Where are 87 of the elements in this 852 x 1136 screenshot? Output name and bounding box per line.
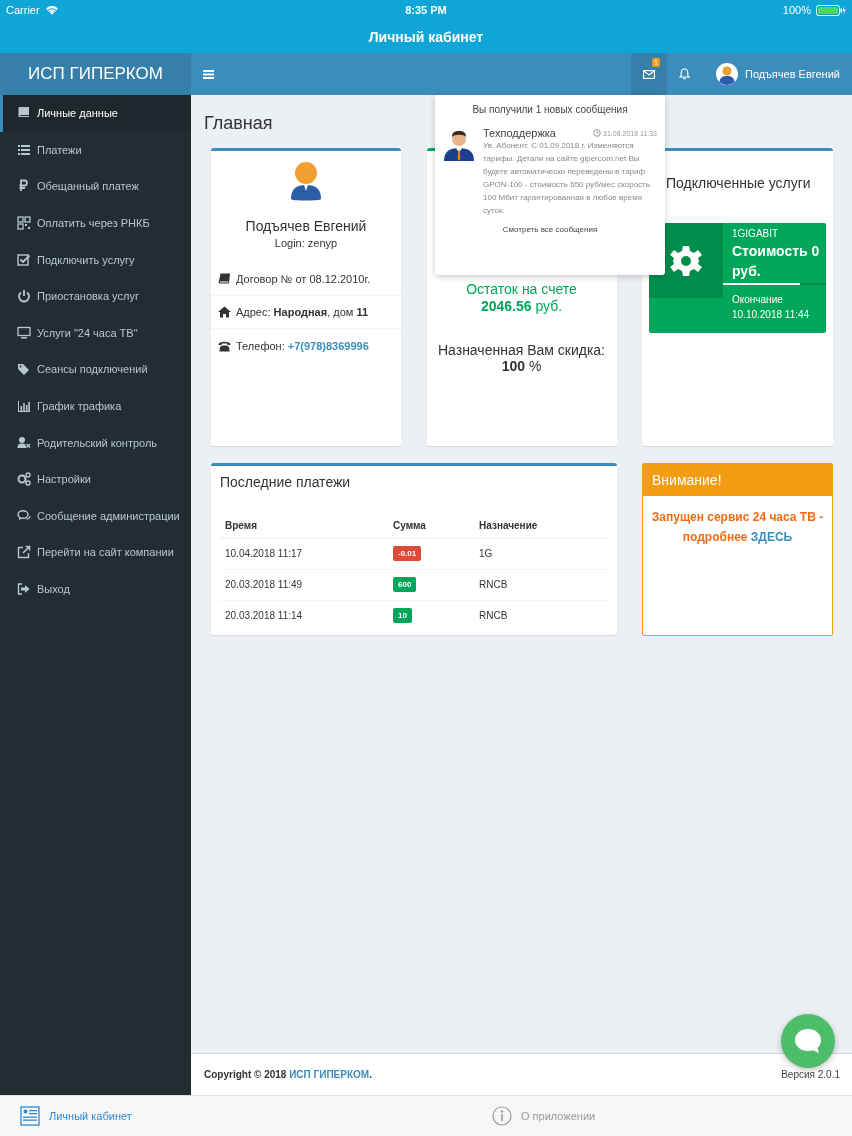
book-icon	[218, 273, 231, 285]
amount-badge: 600	[393, 577, 417, 592]
user-menu[interactable]: Подъячев Евгений	[702, 53, 852, 95]
ruble-icon	[17, 179, 31, 194]
envelope-icon	[643, 69, 655, 79]
sidebar-item[interactable]: Приостановка услуг	[0, 277, 191, 315]
page-title: Главная	[204, 113, 273, 134]
gears-icon	[17, 472, 31, 487]
sidebar-item[interactable]: Перейти на сайт компании	[0, 534, 191, 571]
sidebar-item[interactable]: Личные данные	[0, 95, 191, 132]
table-cell: RNCB	[474, 600, 608, 631]
external-link-icon	[17, 545, 31, 560]
sidebar-item[interactable]: Родительский контроль	[0, 424, 191, 461]
clock-text: 8:35 PM	[405, 4, 447, 16]
end-label: Окончание	[732, 293, 784, 307]
user-avatar-icon	[716, 63, 738, 85]
phone-icon	[218, 339, 231, 352]
sidebar-item[interactable]: Платежи	[0, 131, 191, 169]
checkbox-icon	[17, 252, 31, 267]
battery-icon	[816, 4, 846, 16]
avatar-icon	[443, 129, 475, 161]
amount-badge: -0.01	[393, 546, 422, 562]
sidebar-item[interactable]: Настройки	[0, 460, 191, 498]
chat-icon	[17, 508, 31, 523]
sidebar-item[interactable]: Выход	[0, 570, 191, 608]
chat-bubble-icon	[794, 1028, 822, 1054]
battery-text: 100%	[782, 4, 811, 16]
sidebar-item[interactable]: Подключить услугу	[0, 241, 191, 278]
phone-link[interactable]: +7(978)8369996	[287, 339, 369, 352]
wifi-icon	[44, 5, 59, 15]
document-icon	[20, 1106, 40, 1126]
column-header: Назначение	[474, 514, 608, 538]
sidebar-item[interactable]: Оплатить через РНКБ	[0, 204, 191, 242]
carrier-text: Carrier	[6, 4, 40, 16]
sidebar-item[interactable]: График трафика	[0, 387, 191, 425]
clock-icon	[593, 129, 601, 137]
column-header: Сумма	[388, 514, 474, 538]
power-icon	[17, 289, 31, 304]
sidebar-item[interactable]: Обещанный платеж	[0, 168, 191, 205]
service-cost: Стоимость 0 руб.	[732, 242, 821, 281]
table-cell: 10.04.2018 11:17	[220, 538, 388, 569]
card-title: Последние платежи	[220, 474, 352, 492]
column-header: Время	[220, 514, 388, 538]
balance-text: Остаток на счете 2046.56 руб.	[465, 281, 578, 315]
table-cell: 20.03.2018 11:49	[220, 569, 388, 600]
logo[interactable]: ИСП ГИПЕРКОМ	[0, 53, 191, 95]
chat-button[interactable]	[781, 1014, 835, 1068]
table-cell: 20.03.2018 11:14	[220, 600, 388, 631]
details-link[interactable]: ЗДЕСЬ	[750, 530, 793, 544]
discount-value: 100 %	[501, 358, 542, 374]
home-icon	[218, 306, 231, 318]
profile-name: Подъячев Евгений	[245, 218, 367, 234]
sign-out-icon	[17, 582, 31, 596]
gear-icon	[669, 243, 703, 278]
info-icon	[492, 1106, 512, 1126]
sidebar-item[interactable]: Сеансы подключений	[0, 351, 191, 388]
qr-code-icon	[17, 216, 31, 231]
monitor-icon	[17, 325, 31, 340]
bar-chart-icon	[17, 399, 31, 414]
sidebar-item[interactable]: Услуги "24 часа ТВ"	[0, 314, 191, 352]
version-text: Версия 2.0.1	[781, 1069, 840, 1080]
list-icon	[17, 142, 31, 157]
sidebar-item[interactable]: Сообщение администрации	[0, 497, 191, 535]
login-text: Login: zenyp	[274, 237, 338, 249]
end-date: 10.10.2018 11:44	[732, 308, 811, 322]
contract-text: Договор № от 08.12.2010г.	[236, 273, 371, 285]
user-avatar-icon	[289, 161, 323, 201]
view-all-link[interactable]: Смотреть все сообщения	[435, 225, 665, 234]
message-sender: Техподдержка	[483, 127, 556, 139]
amount-badge: 10	[393, 608, 412, 624]
notice-header: Внимание!	[643, 464, 832, 496]
table-cell: 1G	[474, 538, 608, 569]
notice-text: Запущен сервис 24 часа ТВ - подробнее ЗДЕСЬ	[650, 509, 825, 546]
tags-icon	[17, 362, 31, 377]
service-name: 1GIGABIT	[732, 228, 780, 239]
dropdown-header: Вы получили 1 новых сообщения	[471, 103, 629, 117]
copyright-text: Copyright © 2018 ИСП ГИПЕРКОМ.	[204, 1069, 372, 1080]
bell-icon	[679, 68, 690, 80]
app-title: Личный кабинет	[368, 28, 484, 45]
phone-text: Телефон: +7(978)8369996	[236, 339, 369, 352]
menu-icon	[203, 69, 214, 79]
user-icon	[17, 435, 31, 450]
message-text: Ув. Абонент. С 01.09.2018 г. Изменяются тарифы. Детали на сайте gipercom.net Вы будете автоматически переведены в тариф GPON-100 - стоимость 650 руб/мес скорость 100 Мбит гарантированная в любое время суток.	[483, 140, 651, 217]
address-text: Адрес: Народная, дом 11	[236, 306, 369, 318]
tab[interactable]: Личный кабинет	[0, 1096, 380, 1136]
discount-label: Назначенная Вам скидка:	[438, 342, 605, 358]
table-cell: RNCB	[474, 569, 608, 600]
